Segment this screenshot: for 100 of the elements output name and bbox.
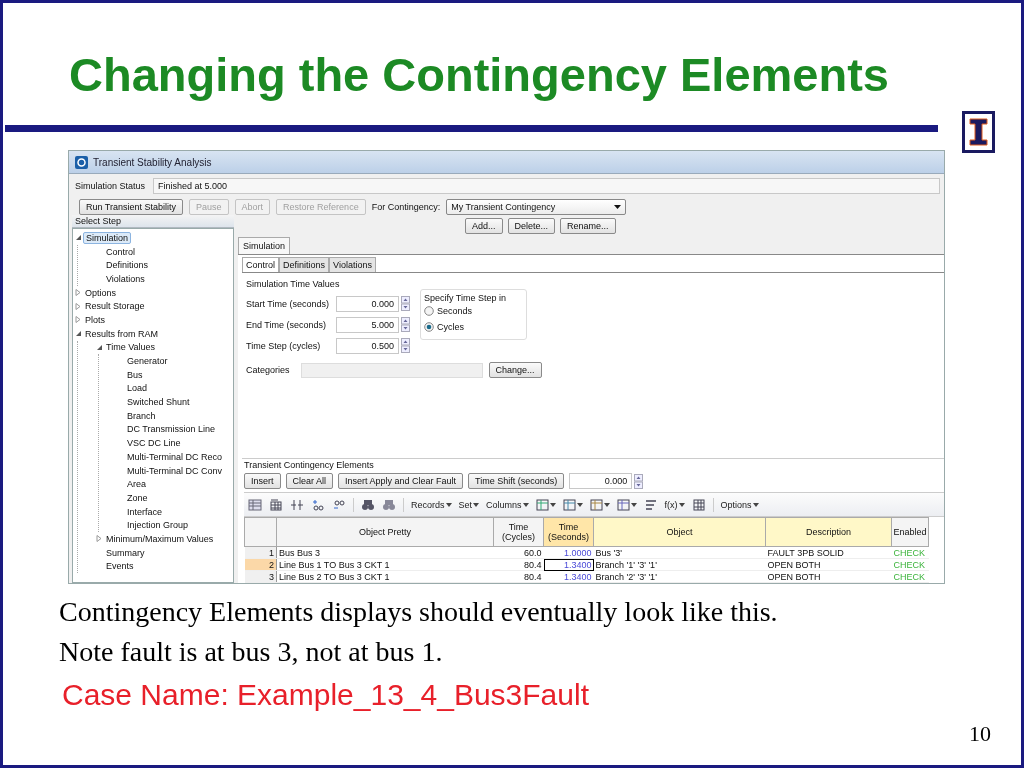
tree-item[interactable]: Control: [104, 246, 137, 257]
tree-item[interactable]: VSC DC Line: [125, 438, 183, 449]
number-field[interactable]: 0.000: [336, 295, 399, 312]
change-button[interactable]: Change...: [488, 362, 542, 378]
column-header[interactable]: Object: [593, 517, 766, 547]
table-cell: Line Bus 2 TO Bus 3 CKT 1: [276, 570, 494, 583]
menu-icon-button[interactable]: [535, 498, 556, 511]
column-header[interactable]: Enabled: [891, 517, 929, 547]
grid-icon[interactable]: [269, 497, 283, 512]
toolbar-button[interactable]: Run Transient Stability: [79, 199, 184, 215]
decimal-decrease-icon[interactable]: [332, 497, 346, 512]
tree-item[interactable]: Plots: [83, 314, 107, 325]
tree-item[interactable]: Zone: [125, 492, 150, 503]
grid-icon[interactable]: [691, 497, 706, 512]
menu-icon-button[interactable]: [616, 498, 637, 511]
spinner-arrows-icon[interactable]: [401, 317, 410, 332]
radio-button[interactable]: [424, 322, 434, 332]
number-field[interactable]: 0.000: [569, 473, 633, 489]
table-icon[interactable]: [248, 497, 262, 512]
dropdown-menu[interactable]: f(x): [664, 499, 685, 510]
tree-item[interactable]: Injection Group: [125, 520, 191, 531]
elements-button[interactable]: Insert: [244, 473, 281, 489]
tree-item[interactable]: Time Values: [104, 342, 158, 353]
dropdown-menu[interactable]: Columns: [486, 499, 529, 510]
spinner-arrows-icon[interactable]: [401, 338, 410, 353]
table-cell: CHECK: [891, 558, 929, 571]
expanded-arrow-icon[interactable]: [95, 343, 103, 351]
collapsed-arrow-icon[interactable]: [96, 535, 102, 543]
column-header[interactable]: Time (Cycles): [493, 517, 544, 547]
radio-button[interactable]: [424, 306, 434, 316]
panel-header: Select Step: [72, 215, 234, 228]
tree-item[interactable]: DC Transmission Line: [125, 424, 218, 435]
tree-item[interactable]: Minimum/Maximum Values: [104, 533, 216, 544]
tree-item[interactable]: Options: [83, 287, 119, 298]
tree-item[interactable]: Summary: [104, 547, 147, 558]
categories-field[interactable]: [300, 362, 483, 378]
dropdown-menu[interactable]: Set: [458, 499, 480, 510]
elements-button[interactable]: Insert Apply and Clear Fault: [338, 473, 464, 489]
dropdown-menu[interactable]: Options: [720, 499, 759, 510]
column-header[interactable]: Object Pretty: [276, 517, 494, 547]
contingency-dropdown[interactable]: My Transient Contingency: [446, 199, 627, 215]
status-label: Simulation Status: [75, 181, 146, 191]
tree-item[interactable]: Interface: [125, 506, 165, 517]
collapsed-arrow-icon[interactable]: [75, 316, 81, 324]
tree-item[interactable]: Simulation: [83, 231, 132, 244]
tab[interactable]: Definitions: [279, 257, 330, 272]
column-split-icon[interactable]: [290, 497, 304, 512]
tree-item[interactable]: Result Storage: [83, 301, 147, 312]
collapsed-arrow-icon[interactable]: [75, 302, 81, 310]
expanded-arrow-icon[interactable]: [74, 330, 82, 338]
tree-item[interactable]: Events: [104, 561, 136, 572]
tab[interactable]: Control: [242, 257, 279, 272]
elements-button[interactable]: Time Shift (seconds): [468, 473, 565, 489]
field-label: End Time (seconds): [246, 319, 328, 330]
table-cell: 80.4: [493, 570, 544, 583]
spinner-arrows-icon[interactable]: [401, 296, 410, 311]
spinner-arrows-icon[interactable]: [634, 473, 644, 489]
caret-icon: [522, 502, 529, 507]
group-title: Simulation Time Values: [246, 278, 341, 291]
decimal-increase-icon[interactable]: [311, 497, 325, 512]
tree-item[interactable]: Switched Shunt: [125, 397, 192, 408]
contingency-button[interactable]: Delete...: [507, 218, 556, 234]
tree-item[interactable]: Area: [125, 479, 148, 490]
caret-icon: [614, 205, 622, 209]
table-cell: 1.3400: [543, 570, 594, 583]
tree-item[interactable]: Generator: [125, 356, 170, 367]
menu-icon-button[interactable]: [562, 498, 583, 511]
tree-item[interactable]: Violations: [104, 273, 147, 284]
column-header[interactable]: Time (Seconds): [543, 517, 594, 547]
dropdown-menu[interactable]: Records: [411, 499, 452, 510]
menu-icon-button[interactable]: [589, 498, 610, 511]
contingency-button[interactable]: Add...: [465, 218, 503, 234]
sort-icon[interactable]: [643, 497, 658, 512]
column-header[interactable]: Description: [765, 517, 892, 547]
contingency-button[interactable]: Rename...: [560, 218, 616, 234]
tree-item[interactable]: Multi-Terminal DC Reco: [125, 451, 225, 462]
status-field: Finished at 5.000: [153, 178, 940, 194]
binoculars-icon[interactable]: [382, 497, 396, 512]
table-cell: OPEN BOTH: [765, 558, 892, 571]
tree-item[interactable]: Bus: [125, 369, 145, 380]
table-cell: CHECK: [891, 570, 929, 583]
table-cell: FAULT 3PB SOLID: [765, 546, 892, 559]
tree-item[interactable]: Load: [125, 383, 150, 394]
tree-item[interactable]: Definitions: [104, 260, 151, 271]
expanded-arrow-icon[interactable]: [74, 234, 82, 242]
binoculars-icon[interactable]: [361, 497, 375, 512]
field-label: Categories: [246, 365, 290, 375]
collapsed-arrow-icon[interactable]: [75, 289, 81, 297]
tree-item[interactable]: Results from RAM: [83, 328, 160, 339]
number-field[interactable]: 5.000: [336, 316, 399, 333]
tree-item[interactable]: Branch: [125, 410, 158, 421]
tree-item[interactable]: Multi-Terminal DC Conv: [125, 465, 225, 476]
caret-icon: [678, 502, 685, 507]
table-cell: Line Bus 1 TO Bus 3 CKT 1: [276, 558, 494, 571]
tab[interactable]: Violations: [329, 257, 376, 272]
field-label: Time Step (cycles): [246, 340, 322, 351]
number-field[interactable]: 0.500: [336, 337, 399, 354]
tab[interactable]: Simulation: [238, 237, 291, 254]
elements-button[interactable]: Clear All: [285, 473, 334, 489]
university-logo-icon: [962, 111, 995, 153]
